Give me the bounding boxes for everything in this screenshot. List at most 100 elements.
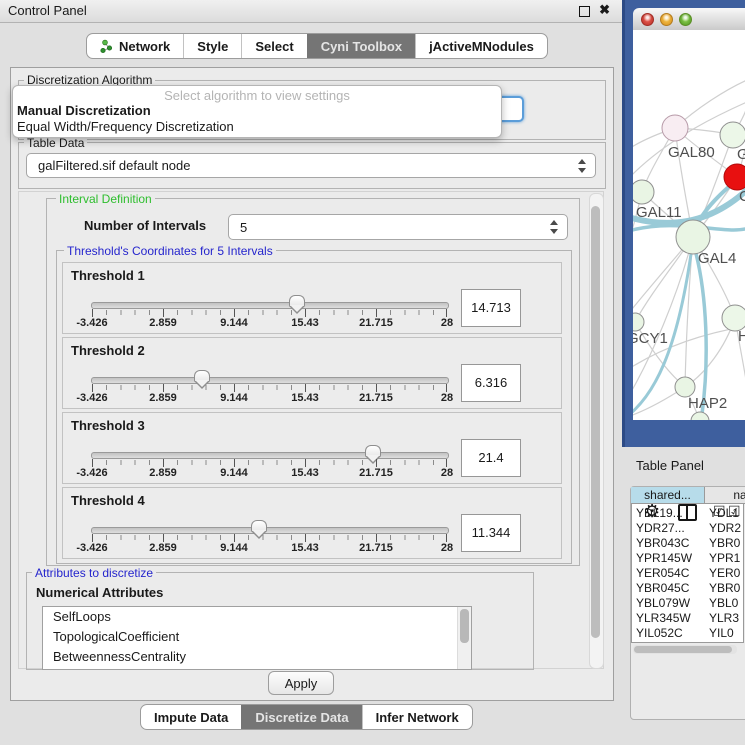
screen: Control Panel ✖ Network Style Select Cyn… [0, 0, 745, 745]
node-label-gal80: GAL80 [668, 144, 715, 161]
node-table[interactable]: shared... na YDL19...YDL1 YDR27...YDR2 Y… [631, 487, 744, 643]
slider-tick-labels: -3.4262.8599.14415.4321.71528 [92, 467, 447, 479]
scrollbar-thumb[interactable] [634, 646, 732, 653]
control-panel-titlebar: Control Panel ✖ [0, 0, 622, 23]
slider-tick-labels: -3.4262.8599.14415.4321.71528 [92, 542, 447, 554]
node-label-gal4: GAL4 [698, 250, 736, 267]
list-item[interactable]: SelfLoops [43, 607, 471, 627]
table-row[interactable]: YER054CYER0 [631, 566, 744, 581]
threshold-1-row: Threshold 1 -3.4262.8599.14415.4321.7152… [62, 262, 562, 334]
number-of-intervals-select[interactable]: 5 [228, 214, 568, 240]
tab-infer-network[interactable]: Infer Network [362, 705, 472, 729]
dropdown-placeholder: Select algorithm to view settings [13, 88, 501, 103]
tab-style[interactable]: Style [183, 34, 241, 58]
slider-tick-labels: -3.4262.8599.14415.4321.71528 [92, 317, 447, 329]
slider-ticks [92, 310, 447, 315]
node-red-selected[interactable] [724, 164, 745, 190]
node-gal80[interactable] [662, 115, 688, 141]
slider-ticks [92, 385, 447, 390]
bottom-tab-bar: Impute Data Discretize Data Infer Networ… [140, 704, 473, 730]
list-item[interactable]: BetweennessCentrality [43, 647, 471, 667]
column-header-shared-name[interactable]: shared... [631, 487, 705, 504]
slider-thumb[interactable] [194, 370, 210, 382]
numerical-attributes-list[interactable]: SelfLoops TopologicalCoefficient Between… [42, 606, 472, 670]
slider-thumb[interactable] [289, 295, 305, 307]
slider-thumb[interactable] [251, 520, 267, 532]
table-row[interactable]: YIL052CYIL0 [631, 626, 744, 641]
combo-arrows-icon [549, 220, 560, 234]
node-label-clipped-right: H [738, 328, 745, 345]
column-header-name[interactable]: na [705, 487, 744, 504]
node-label-gal11: GAL11 [636, 204, 682, 221]
threshold-4-slider[interactable] [91, 527, 449, 534]
threshold-4-row: Threshold 4 -3.4262.8599.14415.4321.7152… [62, 487, 562, 559]
list-scrollbar[interactable] [457, 607, 471, 669]
slider-ticks [92, 460, 447, 465]
table-row[interactable]: YLR345WYLR3 [631, 611, 744, 626]
numerical-attributes-heading: Numerical Attributes [36, 585, 163, 600]
threshold-1-value-field[interactable]: 14.713 [461, 289, 521, 327]
tab-discretize-data[interactable]: Discretize Data [241, 705, 361, 729]
top-tab-bar: Network Style Select Cyni Toolbox jActiv… [86, 33, 548, 59]
node-clipped-top-right[interactable] [720, 122, 745, 148]
table-row[interactable]: YPR145WYPR1 [631, 551, 744, 566]
close-icon[interactable]: ✖ [599, 2, 610, 18]
node-gal11[interactable] [633, 180, 654, 204]
tab-cyni-toolbox[interactable]: Cyni Toolbox [307, 34, 415, 58]
interval-definition-label: Interval Definition [56, 192, 155, 206]
close-traffic-light[interactable] [641, 13, 654, 26]
threshold-3-value-field[interactable]: 21.4 [461, 439, 521, 477]
network-canvas[interactable]: GAL80 GA C GAL11 GAL4 GCY1 H HAP2 [633, 30, 745, 420]
attributes-group-label: Attributes to discretize [32, 566, 156, 580]
threshold-2-slider[interactable] [91, 377, 449, 384]
tab-select[interactable]: Select [241, 34, 306, 58]
table-panel: ⚙ ☑ ☑ shared... na YDL19...YDL1 YDR27...… [630, 486, 745, 720]
list-item[interactable]: TopologicalCoefficient [43, 627, 471, 647]
slider-thumb[interactable] [365, 445, 381, 457]
combo-arrows-icon [577, 159, 588, 173]
node-label-gcy1: GCY1 [633, 330, 668, 347]
threshold-2-value-field[interactable]: 6.316 [461, 364, 521, 402]
number-of-intervals-value: 5 [240, 220, 247, 235]
slider-tick-labels: -3.4262.8599.14415.4321.71528 [92, 392, 447, 404]
scrollbar-thumb[interactable] [460, 609, 469, 643]
apply-button[interactable]: Apply [268, 671, 334, 695]
threshold-4-value-field[interactable]: 11.344 [461, 514, 521, 552]
node-gal4[interactable] [676, 220, 710, 254]
table-horizontal-scrollbar[interactable] [633, 645, 737, 654]
threshold-3-row: Threshold 3 -3.4262.8599.14415.4321.7152… [62, 412, 562, 484]
node-bottom-clipped[interactable] [691, 412, 709, 420]
window-title: Control Panel [8, 3, 87, 18]
tab-network-label: Network [119, 39, 170, 54]
table-row[interactable]: YBR043CYBR0 [631, 536, 744, 551]
node-hap2[interactable] [675, 377, 695, 397]
table-data-select[interactable]: galFiltered.sif default node [26, 153, 596, 178]
algorithm-dropdown-popup: Select algorithm to view settings Manual… [12, 85, 502, 138]
slider-ticks [92, 535, 447, 540]
network-window-titlebar [633, 8, 745, 31]
node-label-hap2: HAP2 [688, 395, 727, 412]
node-gcy1[interactable] [633, 313, 644, 331]
dropdown-option-manual[interactable]: Manual Discretization [17, 103, 151, 118]
tab-network[interactable]: Network [87, 34, 183, 58]
scrollbar-thumb[interactable] [591, 206, 600, 638]
tab-jactivemnodules[interactable]: jActiveMNodules [415, 34, 547, 58]
number-of-intervals-label: Number of Intervals [84, 218, 206, 233]
table-row[interactable]: YBL079WYBL0 [631, 596, 744, 611]
float-window-icon[interactable] [579, 6, 590, 17]
table-data-group-label: Table Data [24, 136, 87, 150]
tab-impute-data[interactable]: Impute Data [141, 705, 241, 729]
threshold-3-slider[interactable] [91, 452, 449, 459]
threshold-1-slider[interactable] [91, 302, 449, 309]
threshold-2-row: Threshold 2 -3.4262.8599.14415.4321.7152… [62, 337, 562, 409]
node-label-clipped-top-right: GA [737, 146, 745, 163]
table-row[interactable]: YDR27...YDR2 [631, 521, 744, 536]
table-data-select-value: galFiltered.sif default node [38, 158, 190, 173]
dropdown-option-equal-width[interactable]: Equal Width/Frequency Discretization [17, 119, 234, 134]
table-row[interactable]: YBR045CYBR0 [631, 581, 744, 596]
zoom-traffic-light[interactable] [679, 13, 692, 26]
table-panel-title: Table Panel [636, 458, 704, 473]
minimize-traffic-light[interactable] [660, 13, 673, 26]
table-row[interactable]: YDL19...YDL1 [631, 506, 744, 521]
settings-vertical-scrollbar[interactable] [589, 193, 604, 669]
